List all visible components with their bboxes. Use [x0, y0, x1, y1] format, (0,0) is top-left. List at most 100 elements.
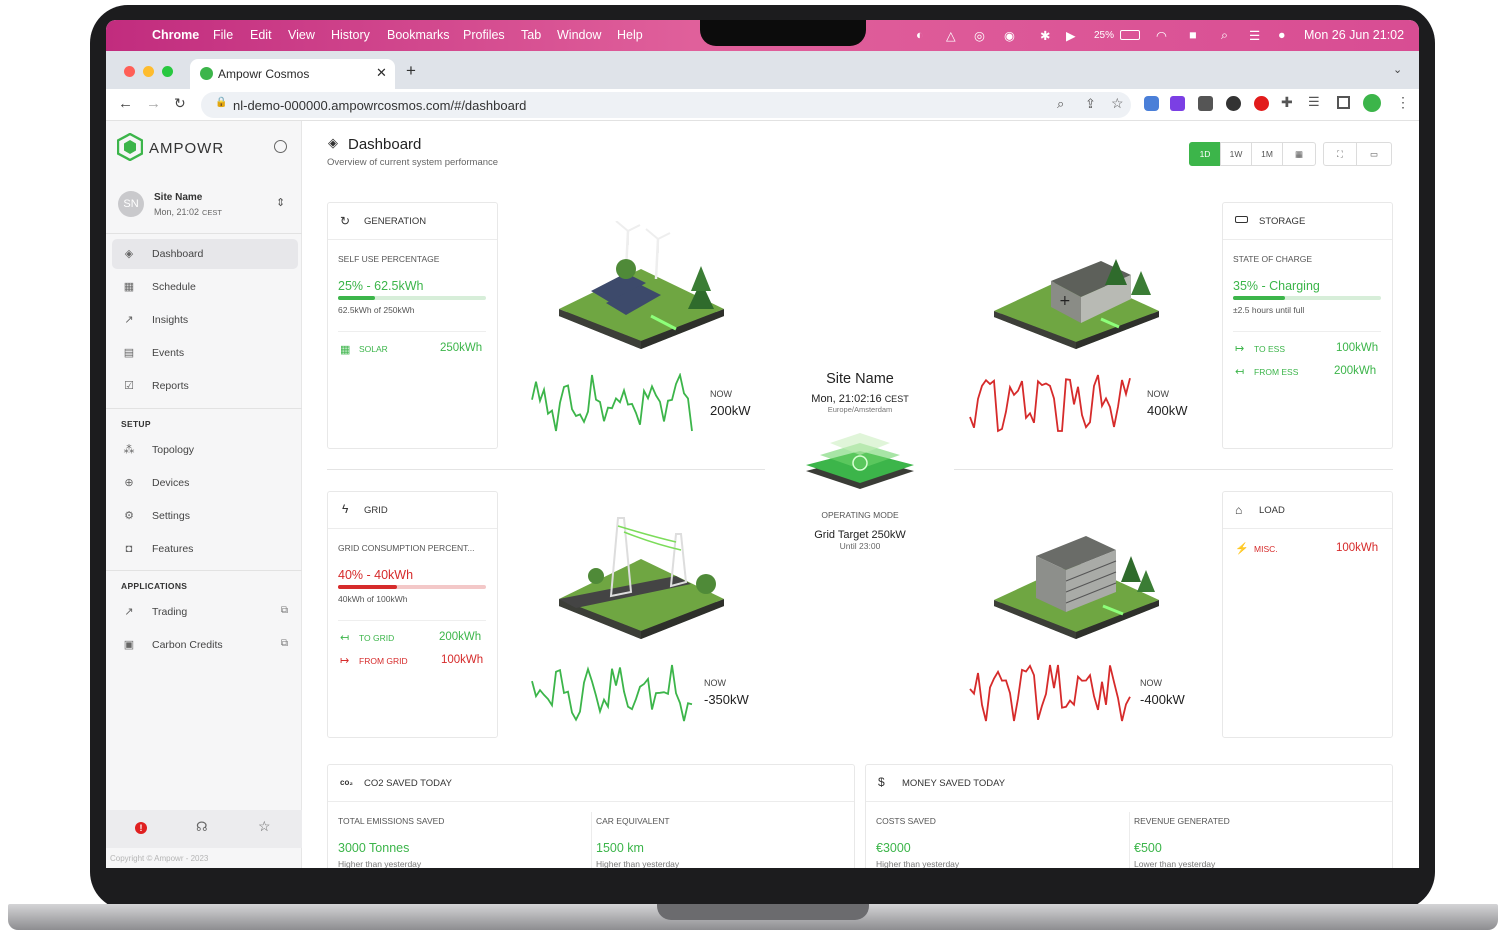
range-1d-button[interactable]: 1D [1189, 142, 1221, 166]
wifi-icon[interactable]: ◠ [1156, 28, 1167, 43]
menu-help[interactable]: Help [617, 28, 643, 42]
from-ess-value: 200kWh [1334, 365, 1377, 377]
checkbox-icon: ☑ [124, 380, 134, 392]
storage-sparkline [969, 374, 1131, 433]
app: AMPOWR SN Site Name Mon, 21:02 CEST ⇕ ◈ D… [106, 121, 1419, 868]
co2-icon: co₂ [340, 778, 353, 787]
list-icon: ▤ [123, 347, 135, 359]
extension-1-icon[interactable] [1144, 96, 1159, 111]
new-tab-icon[interactable]: + [406, 61, 416, 81]
menu-bookmarks[interactable]: Bookmarks [387, 28, 450, 42]
nav-carbon-credits[interactable]: ▣ Carbon Credits ⧉ [112, 630, 298, 660]
support-icon[interactable]: ☊ [196, 819, 208, 835]
to-grid-icon: ↤ [340, 632, 350, 644]
nav-topology[interactable]: ⁂ Topology [112, 435, 298, 465]
browser-tab[interactable]: Ampowr Cosmos ✕ [190, 59, 395, 89]
range-1m-button[interactable]: 1M [1251, 142, 1283, 166]
applications-heading: APPLICATIONS [121, 581, 188, 591]
nav-features[interactable]: ◘ Features [112, 534, 298, 564]
site-selector[interactable]: SN Site Name Mon, 21:02 CEST ⇕ [106, 181, 302, 229]
self-use-sub: 62.5kWh of 250kWh [338, 305, 415, 315]
grid-card: ϟ GRID GRID CONSUMPTION PERCENT... 40% -… [327, 491, 498, 738]
profile-avatar-icon[interactable] [1363, 94, 1381, 112]
extensions-puzzle-icon[interactable]: ✚ [1281, 94, 1293, 111]
calendar-button[interactable]: ▦ [1282, 142, 1316, 166]
menu-history[interactable]: History [331, 28, 370, 42]
account-icon[interactable] [274, 140, 287, 153]
nav-devices[interactable]: ⊕ Devices [112, 468, 298, 498]
external-link-icon: ⧉ [280, 605, 288, 616]
load-now-label: NOW [1140, 678, 1162, 688]
bluetooth-icon[interactable]: ✱ [1040, 28, 1050, 43]
nav-insights[interactable]: ↗ Insights [112, 305, 298, 335]
load-sparkline [969, 664, 1131, 722]
close-tab-icon[interactable]: ✕ [376, 65, 387, 81]
ampowr-logo-icon [117, 133, 143, 161]
share-icon[interactable]: ⇪ [1085, 96, 1096, 112]
battery-icon[interactable] [1120, 30, 1140, 40]
play-icon[interactable]: ▶ [1066, 28, 1076, 43]
self-use-label: SELF USE PERCENTAGE [338, 254, 440, 264]
grid-consumption-sub: 40kWh of 100kWh [338, 594, 408, 604]
misc-icon: ⚡ [1235, 543, 1249, 555]
reload-icon[interactable]: ↻ [174, 95, 186, 112]
divider [954, 469, 1393, 470]
comments-button[interactable]: ▭ [1356, 142, 1392, 166]
storage-card-header: STORAGE [1223, 203, 1392, 240]
extension-4-icon[interactable] [1226, 96, 1241, 111]
side-panel-icon[interactable] [1337, 96, 1350, 109]
camera-notch [700, 20, 866, 46]
divider [106, 408, 302, 409]
control-center-icon[interactable]: ☰ [1249, 28, 1260, 43]
range-1w-button[interactable]: 1W [1220, 142, 1252, 166]
money-card-header: $ MONEY SAVED TODAY [866, 765, 1392, 802]
more-menu-icon[interactable]: ⋮ [1396, 94, 1410, 111]
alert-icon[interactable]: ! [135, 822, 147, 834]
status-vpn-icon[interactable]: ◉ [1004, 28, 1015, 43]
menu-view[interactable]: View [288, 28, 315, 42]
forward-icon[interactable]: → [146, 95, 161, 112]
menu-file[interactable]: File [213, 28, 233, 42]
status-drive-icon[interactable]: △ [946, 28, 956, 43]
menu-edit[interactable]: Edit [250, 28, 272, 42]
menubar-app-name[interactable]: Chrome [152, 28, 199, 42]
grid-now-value: -350kW [704, 692, 749, 707]
siri-icon[interactable]: ● [1278, 28, 1286, 42]
storage-sparkline-line [969, 374, 1131, 433]
nav-settings[interactable]: ⚙ Settings [112, 501, 298, 531]
load-card: ⌂ LOAD ⚡ MISC. 100kWh [1222, 491, 1393, 738]
nav-dashboard[interactable]: ◈ Dashboard [112, 239, 298, 269]
close-window-button[interactable] [124, 66, 135, 77]
back-icon[interactable]: ← [118, 95, 133, 112]
co2-card-header: co₂ CO2 SAVED TODAY [328, 765, 854, 802]
opera-icon[interactable] [1254, 96, 1269, 111]
notification-icon[interactable]: ■ [1189, 28, 1197, 42]
nav-events[interactable]: ▤ Events [112, 338, 298, 368]
extension-3-icon[interactable] [1198, 96, 1213, 111]
to-ess-label: TO ESS [1254, 344, 1286, 354]
address-bar[interactable]: 🔒 nl-demo-000000.ampowrcosmos.com/#/dash… [201, 92, 1131, 118]
minimize-window-button[interactable] [143, 66, 154, 77]
menu-profiles[interactable]: Profiles [463, 28, 505, 42]
status-cloud-icon[interactable]: ◎ [974, 28, 985, 43]
nav-trading[interactable]: ↗ Trading ⧉ [112, 597, 298, 627]
ampowr-favicon [200, 67, 213, 80]
zoom-window-button[interactable] [162, 66, 173, 77]
revenue-label: REVENUE GENERATED [1134, 816, 1230, 826]
reading-list-icon[interactable]: ☰ [1308, 94, 1320, 110]
favorites-star-icon[interactable]: ☆ [258, 818, 271, 835]
status-g-icon[interactable]: ◐ [916, 28, 924, 42]
tab-search-icon[interactable]: ⌄ [1393, 63, 1402, 76]
menu-window[interactable]: Window [557, 28, 601, 42]
zoom-icon[interactable]: ⌕ [1057, 96, 1064, 112]
bookmark-star-icon[interactable]: ☆ [1111, 95, 1124, 112]
extension-2-icon[interactable] [1170, 96, 1185, 111]
self-use-value: 25% - 62.5kWh [338, 279, 424, 293]
search-icon[interactable]: ⌕ [1221, 28, 1228, 43]
browser-tab-strip: Ampowr Cosmos ✕ + ⌄ [106, 51, 1419, 89]
trend-icon: ↗ [124, 314, 134, 326]
fullscreen-button[interactable]: ⛶ [1323, 142, 1357, 166]
menu-tab[interactable]: Tab [521, 28, 541, 42]
nav-reports[interactable]: ☑ Reports [112, 371, 298, 401]
nav-schedule[interactable]: ▦ Schedule [112, 272, 298, 302]
